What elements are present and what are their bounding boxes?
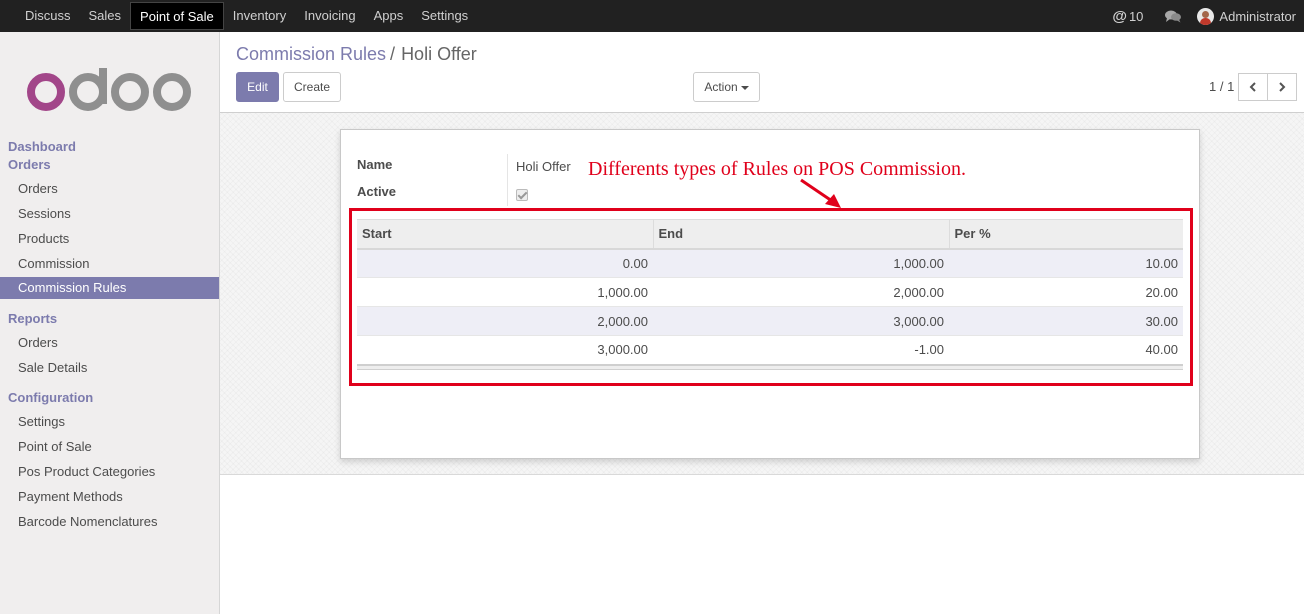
mentions-button[interactable]: @ 10 bbox=[1112, 8, 1143, 25]
at-icon: @ bbox=[1112, 7, 1127, 25]
table-row[interactable]: 3,000.00 -1.00 40.00 bbox=[357, 335, 1183, 365]
breadcrumb-separator: / bbox=[390, 44, 396, 64]
sidebar-item-orders[interactable]: Orders bbox=[18, 181, 58, 196]
top-navbar: Discuss Sales Point of Sale Inventory In… bbox=[0, 0, 1304, 32]
field-separator bbox=[507, 154, 508, 206]
breadcrumb-parent[interactable]: Commission Rules bbox=[236, 44, 386, 64]
name-value: Holi Offer bbox=[516, 159, 571, 174]
table-header-row: Start End Per % bbox=[357, 219, 1183, 250]
sidebar-item-barcode-nomenclatures[interactable]: Barcode Nomenclatures bbox=[18, 514, 157, 529]
cell-percent: 40.00 bbox=[949, 335, 1183, 365]
menu-inventory[interactable]: Inventory bbox=[224, 2, 295, 30]
action-label: Action bbox=[704, 80, 738, 94]
cell-percent: 10.00 bbox=[949, 248, 1183, 278]
menu-invoicing[interactable]: Invoicing bbox=[295, 2, 364, 30]
cell-percent: 30.00 bbox=[949, 306, 1183, 336]
sidebar-dashboard[interactable]: Dashboard bbox=[8, 139, 76, 154]
breadcrumb: Commission Rules / Holi Offer bbox=[236, 44, 477, 65]
cell-end: 2,000.00 bbox=[653, 277, 949, 307]
table-footer-row bbox=[357, 363, 1183, 370]
chat-button[interactable] bbox=[1165, 10, 1182, 23]
pager-next-button[interactable] bbox=[1267, 73, 1297, 101]
column-per-percent[interactable]: Per % bbox=[949, 219, 1183, 250]
avatar[interactable] bbox=[1197, 7, 1215, 25]
edit-button[interactable]: Edit bbox=[236, 72, 279, 102]
menu-settings[interactable]: Settings bbox=[412, 2, 477, 30]
column-end[interactable]: End bbox=[653, 219, 950, 250]
mentions-count: 10 bbox=[1128, 8, 1144, 24]
menu-discuss[interactable]: Discuss bbox=[16, 2, 80, 30]
table-row[interactable]: 1,000.00 2,000.00 20.00 bbox=[357, 277, 1183, 307]
menu-point-of-sale[interactable]: Point of Sale bbox=[130, 2, 224, 30]
create-button[interactable]: Create bbox=[283, 72, 341, 102]
active-checkbox[interactable] bbox=[516, 189, 528, 201]
sidebar-section-reports: Reports bbox=[8, 311, 58, 326]
pager-previous-button[interactable] bbox=[1238, 73, 1268, 101]
app-menu: Discuss Sales Point of Sale Inventory In… bbox=[0, 0, 477, 32]
action-dropdown[interactable]: Action bbox=[693, 72, 760, 102]
sidebar-item-pos-product-categories[interactable]: Pos Product Categories bbox=[18, 464, 155, 479]
sidebar-section-configuration: Configuration bbox=[8, 390, 94, 405]
column-start[interactable]: Start bbox=[357, 219, 654, 250]
table-row[interactable]: 0.00 1,000.00 10.00 bbox=[357, 248, 1183, 278]
cell-percent: 20.00 bbox=[949, 277, 1183, 307]
sidebar-item-payment-methods[interactable]: Payment Methods bbox=[18, 489, 123, 504]
breadcrumb-current: Holi Offer bbox=[401, 44, 477, 64]
sidebar-item-products[interactable]: Products bbox=[18, 231, 69, 246]
user-menu[interactable]: Administrator bbox=[1219, 9, 1304, 24]
name-label: Name bbox=[357, 157, 393, 172]
sidebar-item-sale-details[interactable]: Sale Details bbox=[18, 360, 87, 375]
table-row[interactable]: 2,000.00 3,000.00 30.00 bbox=[357, 306, 1183, 336]
sidebar-item-point-of-sale[interactable]: Point of Sale bbox=[18, 439, 92, 454]
caret-down-icon bbox=[740, 85, 749, 90]
annotation-text: Differents types of Rules on POS Commiss… bbox=[588, 158, 966, 180]
sidebar-item-sessions[interactable]: Sessions bbox=[18, 206, 71, 221]
odoo-logo bbox=[27, 68, 191, 111]
pager-value[interactable]: 1 / 1 bbox=[1209, 79, 1234, 94]
cell-start: 2,000.00 bbox=[357, 306, 653, 336]
annotation-arrow bbox=[800, 178, 841, 208]
cell-start: 1,000.00 bbox=[357, 277, 653, 307]
cell-end: 3,000.00 bbox=[653, 306, 949, 336]
sidebar-section-orders: Orders bbox=[8, 157, 51, 172]
systray: @ 10 Administrator bbox=[1112, 0, 1304, 32]
commission-rules-table: Start End Per % 0.00 1,000.00 10.00 1,00… bbox=[357, 219, 1183, 370]
cell-start: 3,000.00 bbox=[357, 335, 653, 365]
cell-end: 1,000.00 bbox=[653, 248, 949, 278]
sidebar-item-commission[interactable]: Commission bbox=[18, 256, 90, 271]
sidebar-item-settings[interactable]: Settings bbox=[18, 414, 65, 429]
active-label: Active bbox=[357, 184, 397, 199]
menu-sales[interactable]: Sales bbox=[80, 2, 131, 30]
sidebar-item-report-orders[interactable]: Orders bbox=[18, 335, 58, 350]
cell-end: -1.00 bbox=[653, 335, 949, 365]
chevron-right-icon bbox=[1279, 82, 1286, 92]
sidebar-item-commission-rules[interactable]: Commission Rules bbox=[0, 277, 219, 299]
menu-apps[interactable]: Apps bbox=[365, 2, 413, 30]
chat-bubbles-icon bbox=[1165, 10, 1182, 22]
cell-start: 0.00 bbox=[357, 248, 653, 278]
chevron-left-icon bbox=[1249, 82, 1256, 92]
